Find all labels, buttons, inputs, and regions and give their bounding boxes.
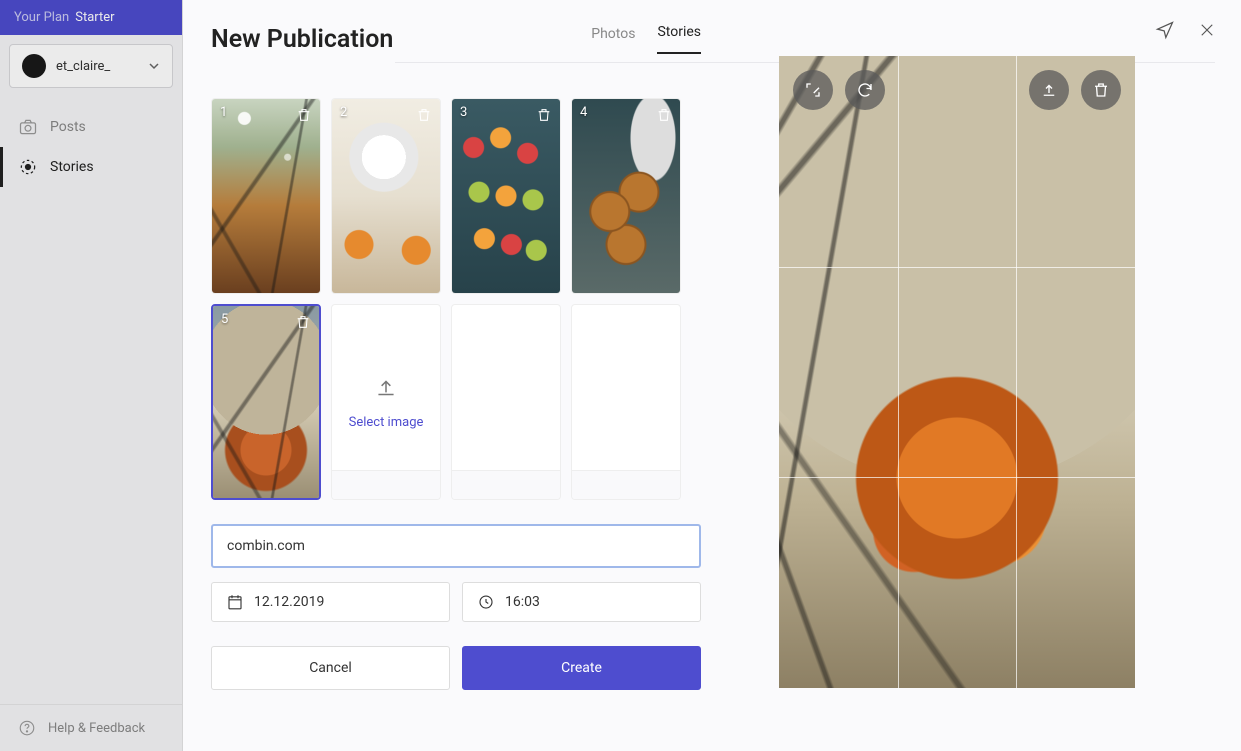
delete-icon[interactable] — [654, 105, 674, 125]
rotate-icon[interactable] — [845, 70, 885, 110]
nav-stories[interactable]: Stories — [0, 147, 182, 187]
nav: Posts Stories — [0, 107, 182, 187]
thumb-4[interactable]: 4 — [571, 98, 681, 294]
tab-stories[interactable]: Stories — [657, 24, 701, 54]
page-title: New Publication — [211, 25, 393, 54]
help-icon — [18, 719, 36, 737]
clock-icon — [477, 593, 495, 611]
plan-name: Starter — [75, 10, 114, 25]
delete-icon[interactable] — [1081, 70, 1121, 110]
help-label: Help & Feedback — [48, 721, 145, 736]
time-field[interactable]: 16:03 — [462, 582, 701, 622]
chevron-down-icon — [148, 60, 160, 72]
upload-icon — [373, 375, 399, 401]
select-image-button[interactable]: Select image — [331, 304, 441, 500]
thumb-number: 1 — [220, 105, 227, 120]
help-feedback[interactable]: Help & Feedback — [0, 705, 182, 751]
fit-icon[interactable] — [793, 70, 833, 110]
delete-icon[interactable] — [294, 105, 314, 125]
right-column — [701, 24, 1213, 727]
thumb-image — [452, 99, 560, 293]
create-button[interactable]: Create — [462, 646, 701, 690]
thumb-image — [212, 99, 320, 293]
calendar-icon — [226, 593, 244, 611]
link-input[interactable] — [211, 524, 701, 568]
thumb-image — [572, 99, 680, 293]
close-icon[interactable] — [1197, 20, 1217, 40]
thumb-2[interactable]: 2 — [331, 98, 441, 294]
preview-controls — [793, 70, 1121, 110]
stories-icon — [18, 157, 38, 177]
empty-slot — [451, 304, 561, 500]
nav-posts-label: Posts — [50, 119, 86, 135]
empty-slot — [571, 304, 681, 500]
date-value: 12.12.2019 — [254, 594, 324, 610]
nav-posts[interactable]: Posts — [0, 107, 182, 147]
nav-stories-label: Stories — [50, 159, 94, 175]
upload-icon[interactable] — [1029, 70, 1069, 110]
left-column: New Publication Photos Stories 1 2 — [211, 24, 701, 727]
tab-photos[interactable]: Photos — [591, 26, 635, 54]
delete-icon[interactable] — [414, 105, 434, 125]
main: New Publication Photos Stories 1 2 — [183, 0, 1241, 751]
thumb-5[interactable]: 5 — [211, 304, 321, 500]
plan-label: Your Plan — [14, 10, 69, 25]
plan-bar[interactable]: Your Plan Starter — [0, 0, 182, 35]
thumb-number: 5 — [221, 312, 228, 327]
tabs: Photos Stories — [591, 24, 701, 54]
select-image-label: Select image — [349, 415, 424, 430]
account-name: et_claire_ — [56, 59, 138, 74]
time-value: 16:03 — [505, 594, 540, 610]
thumb-image — [332, 99, 440, 293]
sidebar-footer: Help & Feedback — [0, 704, 182, 751]
preview-canvas[interactable] — [779, 56, 1135, 688]
send-icon[interactable] — [1155, 20, 1175, 40]
thumb-number: 4 — [580, 105, 587, 120]
cancel-button[interactable]: Cancel — [211, 646, 450, 690]
camera-icon — [18, 117, 38, 137]
thumb-1[interactable]: 1 — [211, 98, 321, 294]
sidebar: Your Plan Starter et_claire_ Posts Stori… — [0, 0, 183, 751]
delete-icon[interactable] — [534, 105, 554, 125]
account-selector[interactable]: et_claire_ — [9, 44, 173, 88]
crop-grid — [779, 56, 1135, 688]
thumb-number: 3 — [460, 105, 467, 120]
delete-icon[interactable] — [293, 312, 313, 332]
thumb-3[interactable]: 3 — [451, 98, 561, 294]
thumbnail-grid: 1 2 3 4 — [211, 98, 701, 500]
date-field[interactable]: 12.12.2019 — [211, 582, 450, 622]
avatar — [22, 54, 46, 78]
thumb-image — [213, 306, 319, 498]
thumb-number: 2 — [340, 105, 347, 120]
